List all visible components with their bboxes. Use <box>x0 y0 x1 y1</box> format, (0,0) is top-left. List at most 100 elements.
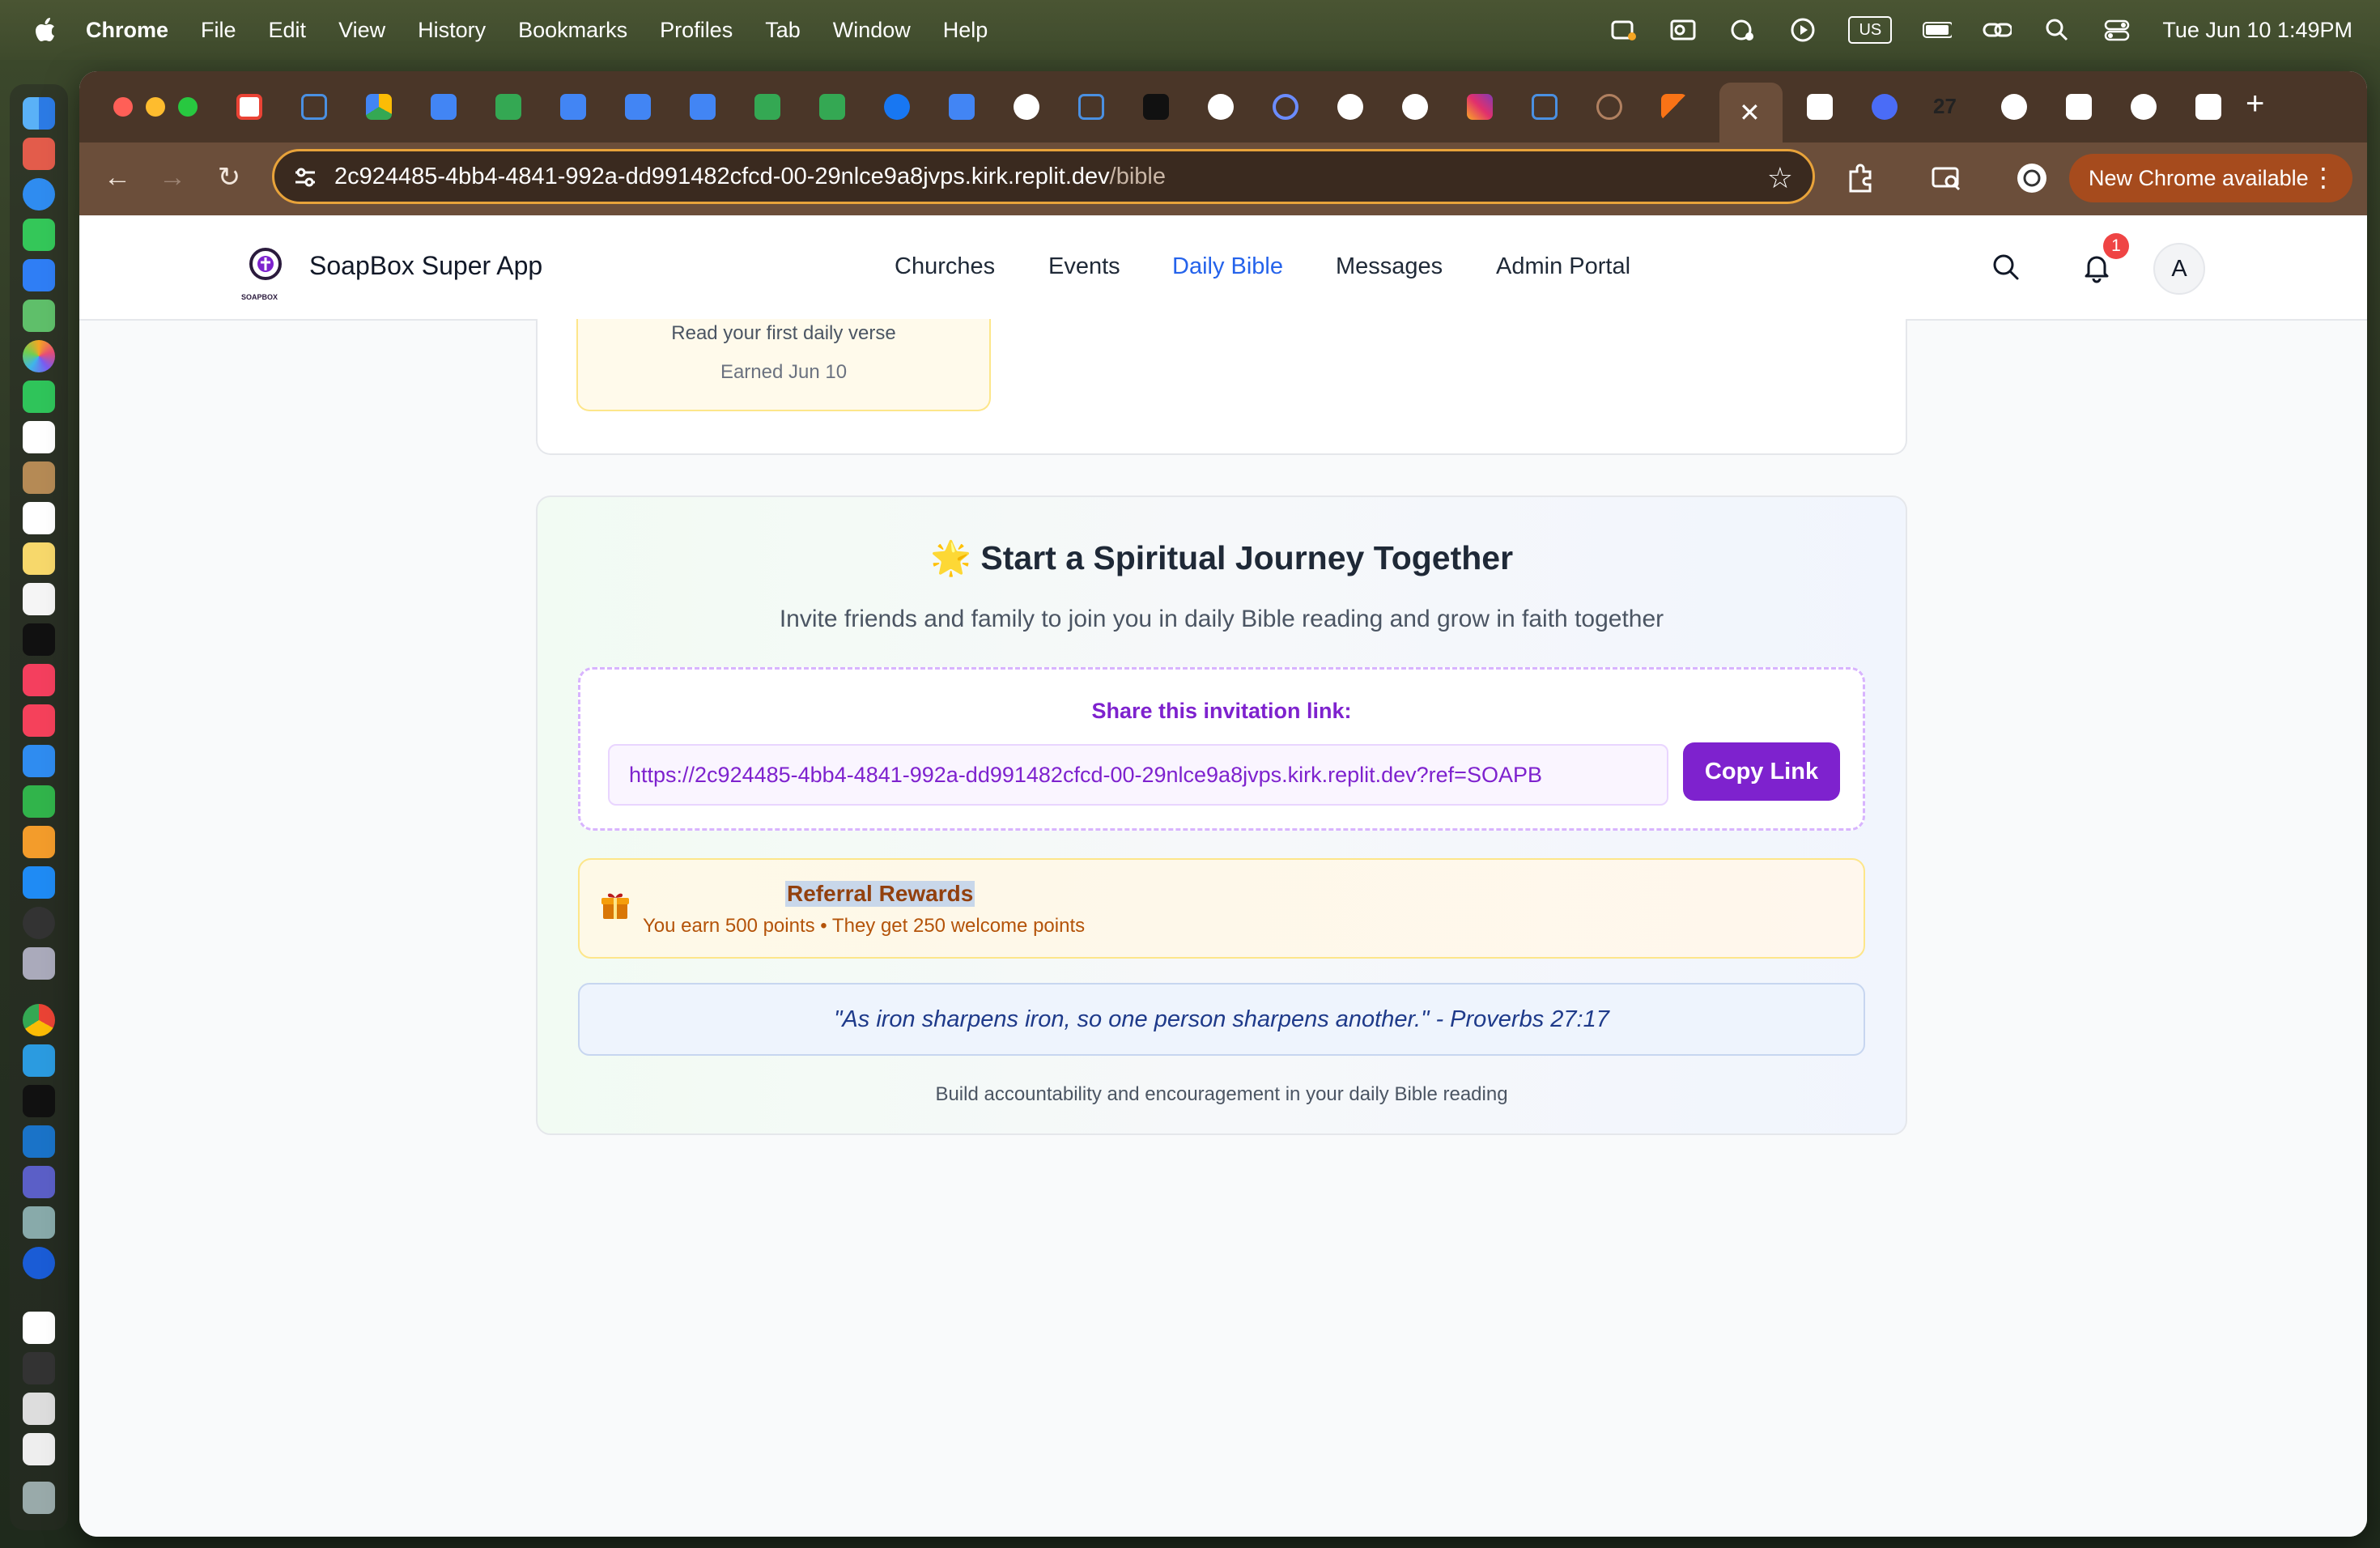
profile-openai-icon[interactable] <box>2014 160 2050 196</box>
news-icon[interactable] <box>23 704 55 737</box>
reminders-icon[interactable] <box>23 502 55 534</box>
tab-notion-icon-3[interactable] <box>1532 94 1558 120</box>
tab-count-badge[interactable]: 27 <box>1933 94 1957 119</box>
calendar-widget-icon[interactable] <box>23 1312 55 1344</box>
tab-docs-icon[interactable] <box>431 94 457 120</box>
documents-folder-icon[interactable] <box>23 1393 55 1425</box>
app-title[interactable]: SoapBox Super App <box>309 251 542 281</box>
active-tab[interactable]: ✕ <box>1719 83 1783 142</box>
search-icon[interactable] <box>1990 251 2022 283</box>
teams-status-icon[interactable] <box>1609 18 1638 42</box>
battery-icon[interactable] <box>1923 18 1953 42</box>
launchpad-icon[interactable] <box>23 138 55 170</box>
tab-openai-icon-4[interactable] <box>2195 94 2221 120</box>
link-status-icon[interactable] <box>1983 18 2012 42</box>
tab-loading-icon[interactable] <box>1596 94 1622 120</box>
tab-docs-icon-2[interactable] <box>560 94 586 120</box>
menu-file[interactable]: File <box>201 18 236 43</box>
window-close-button[interactable] <box>113 97 133 117</box>
menu-window[interactable]: Window <box>833 18 911 43</box>
tab-google-icon-3[interactable] <box>1402 94 1428 120</box>
tab-sheets-icon[interactable] <box>495 94 521 120</box>
menu-tab[interactable]: Tab <box>765 18 801 43</box>
facetime-icon[interactable] <box>23 381 55 413</box>
tab-openai-icon-2[interactable] <box>1807 94 1833 120</box>
pages-icon[interactable] <box>23 826 55 858</box>
calendar-icon[interactable] <box>23 421 55 453</box>
downloads-folder-icon[interactable] <box>23 1433 55 1465</box>
trash-icon[interactable] <box>23 1482 55 1514</box>
tab-notion-icon-2[interactable] <box>1078 94 1104 120</box>
outlook-icon[interactable] <box>23 1125 55 1158</box>
appletv-icon[interactable] <box>23 623 55 656</box>
nav-events[interactable]: Events <box>1048 253 1120 280</box>
soapbox-logo[interactable] <box>243 245 288 290</box>
tab-facebook-icon[interactable] <box>884 94 910 120</box>
address-bar[interactable]: 2c924485-4bb4-4841-992a-dd991482cfcd-00-… <box>272 149 1815 204</box>
vscode-icon[interactable] <box>23 1044 55 1077</box>
nav-admin-portal[interactable]: Admin Portal <box>1496 253 1630 280</box>
menubar-clock[interactable]: Tue Jun 10 1:49PM <box>2162 18 2352 43</box>
tab-google-icon-4[interactable] <box>2001 94 2027 120</box>
maps-icon[interactable] <box>23 300 55 332</box>
tab-drive-icon[interactable] <box>366 94 392 120</box>
user-avatar[interactable]: A <box>2153 243 2205 295</box>
menu-view[interactable]: View <box>338 18 385 43</box>
tab-ring-icon[interactable] <box>1273 94 1298 120</box>
photos-icon[interactable] <box>23 340 55 372</box>
spotlight-search-icon[interactable] <box>2042 18 2072 42</box>
nav-messages[interactable]: Messages <box>1336 253 1443 280</box>
tab-openai-icon-3[interactable] <box>2066 94 2092 120</box>
tab-docs-icon-5[interactable] <box>949 94 975 120</box>
menu-bookmarks[interactable]: Bookmarks <box>518 18 627 43</box>
tab-google-icon-2[interactable] <box>1337 94 1363 120</box>
preview-icon[interactable] <box>23 1206 55 1239</box>
teams-icon[interactable] <box>23 1166 55 1198</box>
tab-instagram-icon[interactable] <box>1467 94 1493 120</box>
tab-docs-icon-4[interactable] <box>690 94 716 120</box>
chatgpt-icon[interactable] <box>23 907 55 939</box>
menu-profiles[interactable]: Profiles <box>660 18 733 43</box>
keynote-icon[interactable] <box>23 745 55 777</box>
numbers-icon[interactable] <box>23 785 55 818</box>
freeform-icon[interactable] <box>23 583 55 615</box>
safari-icon[interactable] <box>23 178 55 211</box>
tab-orange-app-icon[interactable] <box>1661 94 1687 120</box>
reload-icon[interactable]: ↻ <box>210 159 248 196</box>
menu-edit[interactable]: Edit <box>269 18 307 43</box>
music-icon[interactable] <box>23 664 55 696</box>
tab-docs-icon-3[interactable] <box>625 94 651 120</box>
new-tab-button[interactable]: + <box>2246 86 2264 122</box>
window-zoom-button[interactable] <box>178 97 198 117</box>
tab-gmail-icon[interactable] <box>236 94 262 120</box>
invitation-link-input[interactable] <box>608 744 1668 806</box>
tab-google-icon[interactable] <box>1208 94 1234 120</box>
site-settings-icon[interactable] <box>292 164 318 190</box>
menu-app-name[interactable]: Chrome <box>86 18 168 43</box>
menu-history[interactable]: History <box>418 18 486 43</box>
chrome-dock-icon[interactable] <box>23 1004 55 1036</box>
xcode-icon[interactable] <box>23 947 55 980</box>
copy-link-button[interactable]: Copy Link <box>1683 742 1840 801</box>
play-status-icon[interactable] <box>1788 18 1817 42</box>
outlook-status-icon[interactable] <box>1668 18 1698 42</box>
input-source-indicator[interactable]: US <box>1848 16 1893 44</box>
tab-notion-icon[interactable] <box>301 94 327 120</box>
more-menu-icon[interactable]: ⋮ <box>2310 162 2336 193</box>
apple-logo-icon[interactable] <box>32 16 57 44</box>
nav-churches[interactable]: Churches <box>895 253 995 280</box>
tab-openai-icon[interactable] <box>1014 94 1039 120</box>
nav-daily-bible[interactable]: Daily Bible <box>1172 253 1283 280</box>
terminal-icon[interactable] <box>23 1085 55 1117</box>
tab-google-icon-5[interactable] <box>2131 94 2157 120</box>
back-arrow-icon[interactable]: ← <box>99 159 136 196</box>
window-minimize-button[interactable] <box>146 97 165 117</box>
tab-blue-globe-icon[interactable] <box>1872 94 1898 120</box>
tab-sheets-icon-2[interactable] <box>754 94 780 120</box>
app-switcher-icon[interactable] <box>23 1352 55 1384</box>
notes-icon[interactable] <box>23 542 55 575</box>
tab-sheets-icon-3[interactable] <box>819 94 845 120</box>
url-text[interactable]: 2c924485-4bb4-4841-992a-dd991482cfcd-00-… <box>334 164 1166 190</box>
extensions-puzzle-icon[interactable] <box>1842 160 1878 196</box>
menu-help[interactable]: Help <box>943 18 988 43</box>
